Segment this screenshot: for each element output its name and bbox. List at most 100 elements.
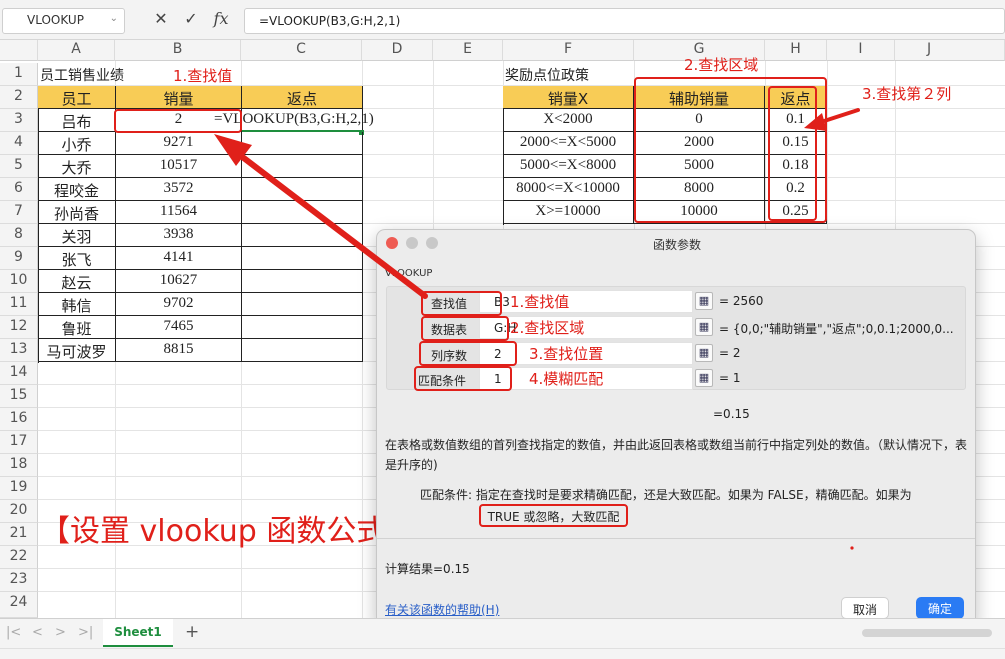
next-sheet-icon[interactable]: > [55, 625, 66, 640]
row-header[interactable]: 16 [0, 408, 38, 431]
row-header[interactable]: 2 [0, 86, 38, 109]
employee-name[interactable]: 马可波罗 [38, 339, 116, 362]
header-rebate[interactable]: 返点 [242, 86, 363, 109]
employee-name[interactable]: 孙尚香 [38, 201, 116, 224]
employee-sales[interactable]: 7465 [116, 316, 242, 339]
employee-name[interactable]: 韩信 [38, 293, 116, 316]
col-header-d[interactable]: D [362, 40, 433, 61]
horizontal-scrollbar[interactable] [862, 629, 992, 637]
employee-name[interactable]: 赵云 [38, 270, 116, 293]
col-header-j[interactable]: J [895, 40, 1005, 61]
employee-sales[interactable]: 4141 [116, 247, 242, 270]
col-header-a[interactable]: A [38, 40, 115, 61]
row-header[interactable]: 3 [0, 109, 38, 132]
row-header[interactable]: 17 [0, 431, 38, 454]
rebate-cell[interactable] [242, 339, 363, 362]
employee-name[interactable]: 关羽 [38, 224, 116, 247]
employee-sales[interactable]: 3572 [116, 178, 242, 201]
add-sheet-icon[interactable]: + [185, 622, 199, 642]
row-header[interactable]: 5 [0, 155, 38, 178]
last-sheet-icon[interactable]: >| [78, 625, 93, 640]
row-header[interactable]: 12 [0, 316, 38, 339]
row-header[interactable]: 8 [0, 224, 38, 247]
highlight-b3 [114, 109, 242, 133]
row-header[interactable]: 4 [0, 132, 38, 155]
row-header[interactable]: 18 [0, 454, 38, 477]
row-header[interactable]: 9 [0, 247, 38, 270]
row-header[interactable]: 11 [0, 293, 38, 316]
policy-range[interactable]: 5000<=X<8000 [503, 155, 634, 178]
employee-sales[interactable]: 10627 [116, 270, 242, 293]
row-header[interactable]: 22 [0, 546, 38, 569]
select-all-corner[interactable] [0, 40, 38, 61]
name-box[interactable]: VLOOKUP ⌄ [2, 8, 125, 34]
employee-name[interactable]: 吕布 [38, 109, 116, 132]
function-name: VLOOKUP [385, 268, 433, 279]
row-header[interactable]: 13 [0, 339, 38, 362]
cell-a1[interactable]: 员工销售业绩 [40, 63, 124, 86]
row-header[interactable]: 14 [0, 362, 38, 385]
employee-sales[interactable]: 8815 [116, 339, 242, 362]
employee-sales[interactable]: 9271 [116, 132, 242, 155]
function-args-dialog: 函数参数 VLOOKUP 查找值 B3 ▦ = 2560 数据表 G:H ▦ =… [376, 229, 976, 628]
range-select-icon[interactable]: ▦ [695, 318, 713, 336]
range-select-icon[interactable]: ▦ [695, 369, 713, 387]
rebate-cell[interactable] [242, 178, 363, 201]
row-header[interactable]: 10 [0, 270, 38, 293]
col-header-c[interactable]: C [241, 40, 362, 61]
fx-icon[interactable]: fx [206, 9, 236, 28]
row-header[interactable]: 19 [0, 477, 38, 500]
rebate-cell[interactable] [242, 270, 363, 293]
prev-sheet-icon[interactable]: < [32, 625, 43, 640]
employee-name[interactable]: 小乔 [38, 132, 116, 155]
employee-sales[interactable]: 3938 [116, 224, 242, 247]
col-header-e[interactable]: E [433, 40, 503, 61]
employee-sales[interactable]: 9702 [116, 293, 242, 316]
row-header[interactable]: 24 [0, 592, 38, 618]
range-select-icon[interactable]: ▦ [695, 344, 713, 362]
chevron-down-icon[interactable]: ⌄ [110, 13, 118, 24]
cancel-button[interactable]: 取消 [841, 597, 889, 619]
employee-sales[interactable]: 10517 [116, 155, 242, 178]
col-header-b[interactable]: B [115, 40, 241, 61]
header-sales[interactable]: 销量 [116, 86, 242, 109]
tab-sheet1[interactable]: Sheet1 [103, 619, 173, 647]
range-select-icon[interactable]: ▦ [695, 292, 713, 310]
rebate-cell[interactable] [242, 132, 363, 155]
rebate-cell[interactable] [242, 201, 363, 224]
policy-range[interactable]: 8000<=X<10000 [503, 178, 634, 201]
confirm-icon[interactable]: ✓ [176, 9, 206, 28]
col-header-f[interactable]: F [503, 40, 634, 61]
formula-input[interactable]: =VLOOKUP(B3,G:H,2,1) [244, 8, 1005, 34]
employee-name[interactable]: 大乔 [38, 155, 116, 178]
row-header[interactable]: 15 [0, 385, 38, 408]
employee-name[interactable]: 程咬金 [38, 178, 116, 201]
policy-range[interactable]: 2000<=X<5000 [503, 132, 634, 155]
row-header[interactable]: 20 [0, 500, 38, 523]
employee-name[interactable]: 张飞 [38, 247, 116, 270]
row-header[interactable]: 6 [0, 178, 38, 201]
row-header[interactable]: 1 [0, 63, 38, 86]
employee-sales[interactable]: 11564 [116, 201, 242, 224]
cancel-icon[interactable]: ✕ [146, 9, 176, 28]
col-header-h[interactable]: H [765, 40, 827, 61]
cell-f1[interactable]: 奖励点位政策 [505, 63, 589, 86]
policy-range[interactable]: X<2000 [503, 109, 634, 132]
header-sales-x[interactable]: 销量X [503, 86, 634, 109]
annotation-lookup-value: 1.查找值 [173, 67, 233, 85]
employee-name[interactable]: 鲁班 [38, 316, 116, 339]
help-link[interactable]: 有关该函数的帮助(H) [385, 601, 499, 618]
rebate-cell[interactable] [242, 155, 363, 178]
row-header[interactable]: 23 [0, 569, 38, 592]
header-employee[interactable]: 员工 [38, 86, 116, 109]
rebate-cell[interactable] [242, 293, 363, 316]
first-sheet-icon[interactable]: |< [6, 625, 21, 640]
policy-range[interactable]: X>=10000 [503, 201, 634, 224]
rebate-cell[interactable] [242, 316, 363, 339]
ok-button[interactable]: 确定 [916, 597, 964, 619]
rebate-cell[interactable] [242, 247, 363, 270]
row-header[interactable]: 7 [0, 201, 38, 224]
rebate-cell[interactable] [242, 224, 363, 247]
row-header[interactable]: 21 [0, 523, 38, 546]
col-header-i[interactable]: I [827, 40, 895, 61]
